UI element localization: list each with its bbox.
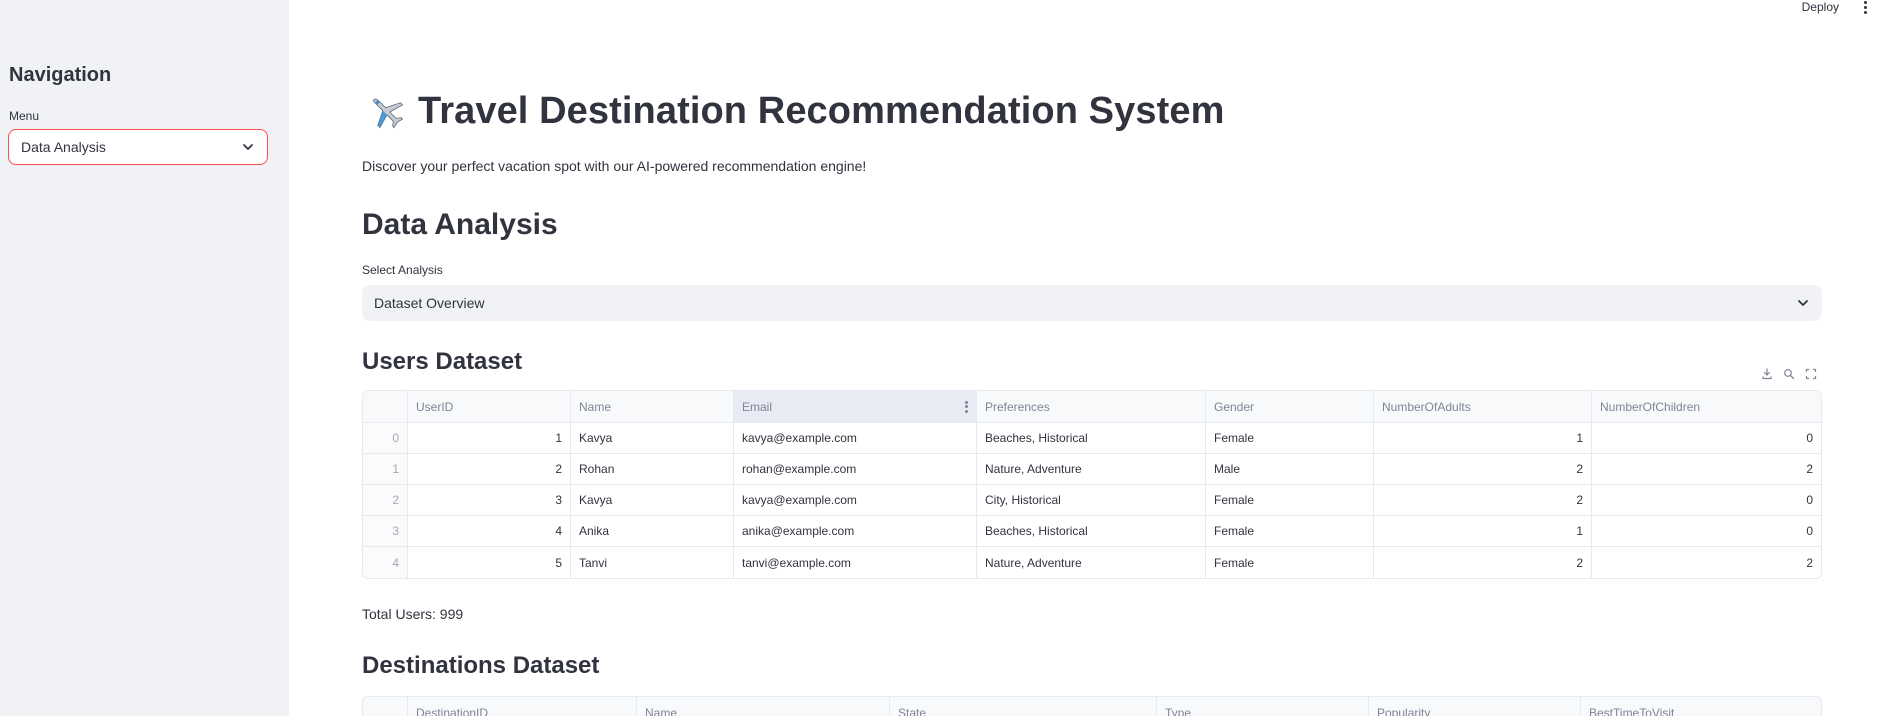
table-cell[interactable]: Beaches, Historical — [977, 516, 1206, 546]
deploy-button[interactable]: Deploy — [1802, 0, 1839, 14]
table-body: 0 1 Kavya kavya@example.com Beaches, Histori… — [363, 423, 1821, 578]
page-title: Travel Destination Recommendation System — [418, 90, 1225, 132]
row-index: 1 — [363, 454, 408, 484]
table-cell[interactable]: Female — [1206, 547, 1374, 578]
table-header-row: DestinationID Name State Type Popularity… — [363, 697, 1821, 716]
table-cell[interactable]: Nature, Adventure — [977, 547, 1206, 578]
airplane-icon — [372, 98, 404, 128]
table-cell[interactable]: tanvi@example.com — [734, 547, 977, 578]
index-header — [363, 391, 408, 422]
column-header[interactable]: BestTimeToVisit — [1581, 697, 1821, 716]
table-cell[interactable]: 2 — [1374, 454, 1592, 484]
table-cell[interactable]: rohan@example.com — [734, 454, 977, 484]
page-tagline: Discover your perfect vacation spot with… — [362, 158, 867, 174]
column-menu-icon[interactable] — [965, 400, 968, 413]
table-cell[interactable]: 0 — [1592, 485, 1821, 515]
column-header[interactable]: Email — [734, 391, 977, 422]
table-cell[interactable]: 1 — [1374, 423, 1592, 453]
table-row[interactable]: 3 4 Anika anika@example.com Beaches, Histori… — [363, 516, 1821, 547]
table-cell[interactable]: Rohan — [571, 454, 734, 484]
chevron-down-icon — [1798, 300, 1808, 306]
users-dataset-title: Users Dataset — [362, 348, 523, 375]
destinations-table[interactable]: DestinationID Name State Type Popularity… — [362, 696, 1822, 716]
total-users: Total Users: 999 — [362, 606, 464, 622]
column-header[interactable]: UserID — [408, 391, 571, 422]
table-toolbar — [1756, 364, 1822, 384]
table-cell[interactable]: 5 — [408, 547, 571, 578]
table-cell[interactable]: Kavya — [571, 423, 734, 453]
table-cell[interactable]: 2 — [1374, 485, 1592, 515]
table-cell[interactable]: 2 — [1592, 454, 1821, 484]
table-cell[interactable]: Beaches, Historical — [977, 423, 1206, 453]
column-header[interactable]: Type — [1157, 697, 1369, 716]
table-row[interactable]: 4 5 Tanvi tanvi@example.com Nature, Adventur… — [363, 547, 1821, 578]
table-cell[interactable]: 0 — [1592, 423, 1821, 453]
table-cell[interactable]: 2 — [408, 454, 571, 484]
table-cell[interactable]: kavya@example.com — [734, 423, 977, 453]
download-icon[interactable] — [1761, 368, 1773, 380]
analysis-select[interactable]: Dataset Overview — [362, 285, 1822, 321]
row-index: 0 — [363, 423, 408, 453]
table-row[interactable]: 2 3 Kavya kavya@example.com City, Historical… — [363, 485, 1821, 516]
table-cell[interactable]: Female — [1206, 516, 1374, 546]
table-cell[interactable]: kavya@example.com — [734, 485, 977, 515]
analysis-select-value: Dataset Overview — [374, 295, 485, 311]
menu-select[interactable]: Data Analysis — [8, 129, 268, 165]
table-cell[interactable]: Female — [1206, 485, 1374, 515]
table-header-row: UserID Name Email Preferences Gender Num… — [363, 391, 1821, 423]
search-icon[interactable] — [1783, 368, 1795, 380]
index-header — [363, 697, 408, 716]
column-header[interactable]: Name — [637, 697, 890, 716]
table-cell[interactable]: City, Historical — [977, 485, 1206, 515]
table-cell[interactable]: Tanvi — [571, 547, 734, 578]
section-title: Data Analysis — [362, 208, 558, 241]
table-cell[interactable]: anika@example.com — [734, 516, 977, 546]
table-cell[interactable]: 4 — [408, 516, 571, 546]
fullscreen-icon[interactable] — [1805, 368, 1817, 380]
column-header[interactable]: NumberOfAdults — [1374, 391, 1592, 422]
column-header[interactable]: NumberOfChildren — [1592, 391, 1821, 422]
destinations-dataset-title: Destinations Dataset — [362, 652, 600, 679]
analysis-select-label: Select Analysis — [362, 263, 443, 277]
sidebar-title: Navigation — [9, 64, 112, 86]
sidebar: Navigation Menu Data Analysis — [0, 0, 289, 716]
table-cell[interactable]: 1 — [408, 423, 571, 453]
table-cell[interactable]: 1 — [1374, 516, 1592, 546]
table-cell[interactable]: Anika — [571, 516, 734, 546]
row-index: 4 — [363, 547, 408, 578]
table-row[interactable]: 1 2 Rohan rohan@example.com Nature, Adventur… — [363, 454, 1821, 485]
column-header[interactable]: Popularity — [1369, 697, 1581, 716]
menu-label: Menu — [9, 109, 40, 123]
table-cell[interactable]: 3 — [408, 485, 571, 515]
table-cell[interactable]: 2 — [1592, 547, 1821, 578]
page-header: Travel Destination Recommendation System — [366, 90, 1224, 133]
column-header[interactable]: Gender — [1206, 391, 1374, 422]
table-cell[interactable]: Male — [1206, 454, 1374, 484]
table-cell[interactable]: Female — [1206, 423, 1374, 453]
table-cell[interactable]: 0 — [1592, 516, 1821, 546]
table-row[interactable]: 0 1 Kavya kavya@example.com Beaches, Histori… — [363, 423, 1821, 454]
users-table[interactable]: UserID Name Email Preferences Gender Num… — [362, 390, 1822, 579]
column-header[interactable]: Preferences — [977, 391, 1206, 422]
row-index: 2 — [363, 485, 408, 515]
row-index: 3 — [363, 516, 408, 546]
table-cell[interactable]: 2 — [1374, 547, 1592, 578]
table-cell[interactable]: Kavya — [571, 485, 734, 515]
menu-select-value: Data Analysis — [21, 139, 106, 155]
main-menu-icon[interactable] — [1859, 0, 1871, 14]
chevron-down-icon — [243, 144, 253, 150]
column-header[interactable]: DestinationID — [408, 697, 637, 716]
column-header[interactable]: State — [890, 697, 1157, 716]
column-header[interactable]: Name — [571, 391, 734, 422]
table-cell[interactable]: Nature, Adventure — [977, 454, 1206, 484]
column-header-label: Email — [742, 399, 773, 414]
